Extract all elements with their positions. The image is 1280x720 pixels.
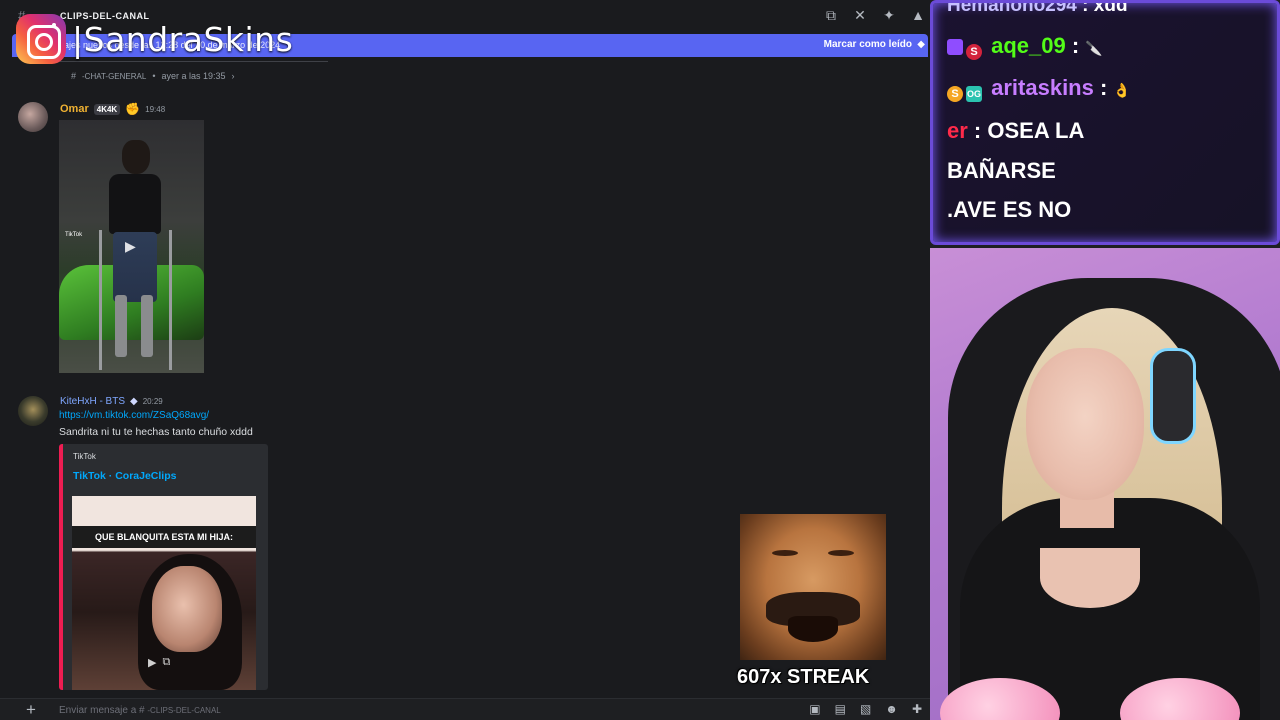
streak-meme-image <box>740 514 886 660</box>
chat-line: S OG aritaskins : 👌 <box>947 75 1131 102</box>
leg-brace <box>141 295 153 357</box>
chat-line: BAÑARSE <box>947 158 1056 184</box>
message-text: Sandrita ni tu te hechas tanto chuño xdd… <box>59 426 253 438</box>
jump-time: ayer a las 19:35 <box>161 71 226 81</box>
streamer-face <box>1026 348 1144 500</box>
figure-body <box>109 174 161 234</box>
thumbnail-face <box>152 566 222 652</box>
instagram-icon <box>16 14 66 64</box>
chat-message: OSEA LA <box>987 118 1085 143</box>
instagram-overlay: |SandraSkins <box>16 14 293 64</box>
sub-badge-icon <box>947 39 963 55</box>
headphones-icon <box>1150 348 1196 444</box>
separator-dot: • <box>152 71 156 81</box>
s-badge-icon: S <box>966 44 982 60</box>
chat-username: aritaskins <box>991 75 1094 100</box>
diamond-badge-icon: ◆ <box>130 396 138 407</box>
pin-icon[interactable]: ✦ <box>881 7 897 24</box>
top-cutout <box>1040 548 1140 608</box>
channel-jump-link[interactable]: # -CHAT-GENERAL • ayer a las 19:35 › <box>71 71 235 81</box>
threads-icon[interactable]: ⧉ <box>823 7 839 24</box>
link-embed: TikTok TikTok · CoraJeClips QUE BLANQUIT… <box>59 444 268 690</box>
discord-window: # CLIPS-DEL-CANAL ⧉ ✕ ✦ ▲ ajes nuevos de… <box>0 0 930 720</box>
input-toolbar: ▣ ▤ ▧ ☻ ✚ <box>809 702 922 716</box>
mark-as-read-button[interactable]: Marcar como leído <box>824 39 912 50</box>
add-attachment-icon[interactable]: + <box>26 700 36 720</box>
role-badge: 4K4K <box>93 103 121 115</box>
streak-counter: 607x STREAK <box>737 666 870 688</box>
crutch <box>99 230 102 370</box>
meme-mouth <box>788 616 838 642</box>
crutch <box>169 230 172 370</box>
message-input-bar[interactable]: + Enviar mensaje a # -CLIPS-DEL-CANAL ▣ … <box>0 698 930 720</box>
mute-bell-icon[interactable]: ✕ <box>852 7 868 24</box>
username[interactable]: Omar <box>60 103 89 115</box>
gift-icon[interactable]: ▣ <box>809 702 820 716</box>
chat-line: Hemanono294 : xdd <box>947 0 1128 17</box>
message-link[interactable]: https://vm.tiktok.com/ZSaQ68avg/ <box>59 410 209 421</box>
avatar[interactable] <box>18 102 48 132</box>
chat-line: er : OSEA LA <box>947 118 1085 143</box>
play-icon[interactable]: ▶ <box>125 238 136 255</box>
chevron-right-icon: › <box>231 71 235 81</box>
message-header: KiteHxH - BTS ◆ 20:29 <box>60 396 163 407</box>
chat-line: .AVE ES NO <box>947 197 1071 223</box>
thumbnail-caption: QUE BLANQUITA ESTA MI HIJA: <box>95 532 233 542</box>
stream-chat-overlay: Hemanono294 : xdd S aqe_09 : 🔪 S OG arita… <box>930 0 1280 245</box>
flex-emoji-icon: ✊ <box>125 102 141 116</box>
embed-title-link[interactable]: TikTok · CoraJeClips <box>73 470 176 482</box>
chat-username: aqe_09 <box>991 33 1066 58</box>
jump-channel-name[interactable]: -CHAT-GENERAL <box>82 72 146 81</box>
chat-username: Hemanono294 <box>947 0 1077 16</box>
timestamp: 20:29 <box>142 397 163 406</box>
input-channel: -CLIPS-DEL-CANAL <box>147 706 221 715</box>
figure-head <box>122 140 150 174</box>
webcam-feed <box>930 248 1280 720</box>
og-badge-icon: OG <box>966 86 982 102</box>
chat-line: S aqe_09 : 🔪 <box>947 33 1103 60</box>
message-header: Omar 4K4K ✊ 19:48 <box>60 102 165 116</box>
username[interactable]: KiteHxH - BTS <box>60 396 125 407</box>
header-toolbar: ⧉ ✕ ✦ ▲ <box>823 7 926 24</box>
chat-message: BAÑARSE <box>947 158 1056 183</box>
instagram-username: SandraSkins <box>83 19 294 59</box>
play-icon[interactable]: ▶ <box>148 656 156 669</box>
meme-eyes <box>768 546 858 560</box>
input-placeholder: Enviar mensaje a # <box>59 705 145 716</box>
gif-icon[interactable]: ▤ <box>835 702 846 716</box>
mark-read-icon[interactable]: ◆ <box>917 39 925 50</box>
gold-badge-icon: S <box>947 86 963 102</box>
chat-message: 👌 <box>1113 82 1131 98</box>
members-icon[interactable]: ▲ <box>910 7 926 24</box>
tiktok-watermark: TikTok <box>65 232 83 238</box>
apps-icon[interactable]: ✚ <box>912 702 922 716</box>
chat-message: xdd <box>1093 0 1128 16</box>
instagram-handle: |SandraSkins <box>72 19 294 59</box>
video-attachment[interactable]: TikTok ▶ <box>59 120 204 373</box>
open-external-icon[interactable]: ⧉ <box>162 656 170 669</box>
sticker-icon[interactable]: ▧ <box>860 702 871 716</box>
chat-message: .AVE ES NO <box>947 197 1072 222</box>
message-input[interactable]: Enviar mensaje a # -CLIPS-DEL-CANAL <box>59 705 221 716</box>
timestamp: 19:48 <box>145 104 166 114</box>
embed-provider: TikTok <box>73 452 96 461</box>
chat-username: er <box>947 118 968 143</box>
hash-icon: # <box>71 71 77 81</box>
leg-brace <box>115 295 127 357</box>
avatar[interactable] <box>18 396 48 426</box>
embed-thumbnail[interactable]: QUE BLANQUITA ESTA MI HIJA: ▶ ⧉ <box>72 496 256 690</box>
thumbnail-controls: ▶ ⧉ <box>148 656 170 669</box>
emoji-icon[interactable]: ☻ <box>885 702 898 716</box>
chat-message: 🔪 <box>1085 40 1103 56</box>
